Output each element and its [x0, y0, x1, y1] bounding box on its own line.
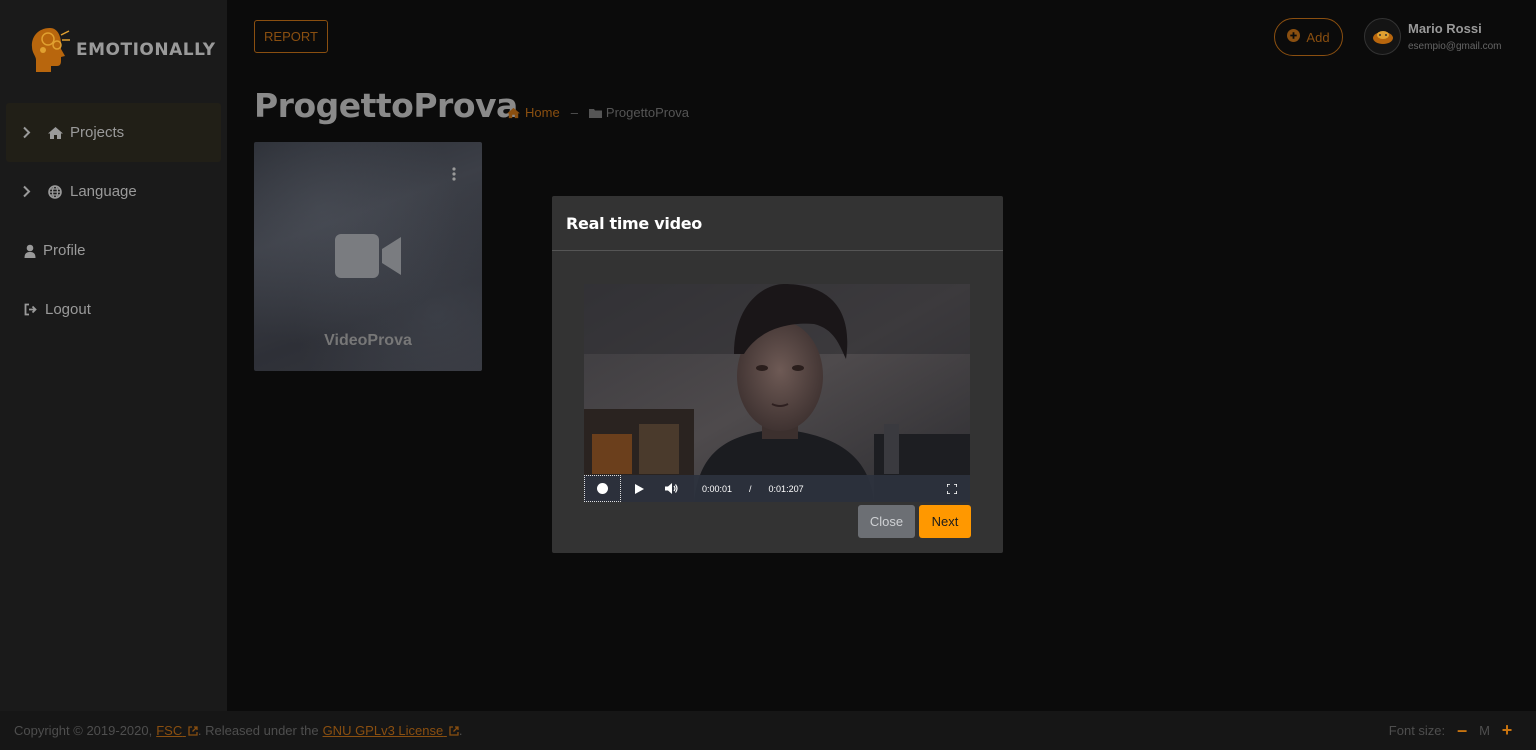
app-logo[interactable]: EMOTIONALLY — [28, 24, 216, 76]
user-icon — [23, 244, 37, 258]
external-link-icon — [449, 726, 459, 736]
time-divider: / — [749, 483, 752, 494]
sign-out-icon — [23, 303, 39, 316]
chevron-right-icon — [22, 185, 36, 198]
decrease-font-button[interactable]: – — [1455, 720, 1469, 741]
user-avatar-icon — [1372, 30, 1393, 44]
sidebar-item-label: Logout — [45, 301, 91, 318]
font-size-value: M — [1479, 723, 1490, 738]
user-name: Mario Rossi — [1408, 21, 1482, 36]
video-controls: 0:00:01 / 0:01:207 — [584, 475, 970, 502]
avatar[interactable] — [1364, 18, 1401, 55]
add-label: Add — [1306, 29, 1330, 45]
chevron-right-icon — [22, 126, 36, 139]
sidebar-item-profile[interactable]: Profile — [6, 221, 221, 280]
footer: Copyright © 2019-2020, FSC . Released un… — [0, 711, 1536, 750]
more-options-icon[interactable] — [452, 167, 456, 186]
fullscreen-icon[interactable] — [947, 483, 957, 494]
released-text: . Released under the — [197, 723, 319, 738]
license-link-label: GNU GPLv3 License — [322, 723, 444, 738]
font-size-control: Font size: – M + — [1389, 711, 1514, 750]
breadcrumb-home[interactable]: Home — [506, 105, 560, 120]
increase-font-button[interactable]: + — [1500, 720, 1514, 741]
sidebar-item-language[interactable]: Language — [6, 162, 221, 221]
card-title: VideoProva — [324, 332, 412, 349]
report-button[interactable]: REPORT — [254, 20, 328, 53]
sidebar-nav: Projects Language Profile Logout — [6, 103, 221, 339]
home-icon — [507, 107, 520, 118]
sidebar-item-label: Language — [70, 183, 137, 200]
record-dot-icon — [597, 483, 608, 494]
record-button[interactable] — [584, 475, 621, 502]
sidebar-item-logout[interactable]: Logout — [6, 280, 221, 339]
copyright-text: Copyright © 2019-2020, — [14, 723, 153, 738]
duration: 0:01:207 — [768, 483, 804, 494]
breadcrumb-current-label: ProgettoProva — [605, 105, 690, 120]
real-time-video-modal: Real time video 0:00:01 / 0:01:207 Close… — [552, 196, 1003, 553]
globe-icon — [46, 184, 64, 199]
end-text: . — [458, 723, 463, 738]
license-link[interactable]: GNU GPLv3 License — [323, 723, 459, 738]
breadcrumb: Home – ProgettoProva — [506, 105, 689, 120]
page-title: ProgettoProva — [254, 86, 518, 125]
volume-icon[interactable] — [657, 483, 685, 494]
user-email: esempio@gmail.com — [1408, 41, 1502, 52]
close-button[interactable]: Close — [858, 505, 915, 538]
current-time: 0:00:01 — [702, 483, 733, 494]
modal-header: Real time video — [552, 196, 1003, 251]
sidebar-item-label: Projects — [70, 124, 125, 141]
sidebar-item-projects[interactable]: Projects — [6, 103, 221, 162]
webcam-feed — [584, 284, 970, 502]
video-player[interactable]: 0:00:01 / 0:01:207 — [584, 284, 970, 502]
video-card[interactable]: VideoProva — [254, 142, 482, 371]
next-button[interactable]: Next — [919, 505, 971, 538]
home-icon — [46, 126, 64, 140]
external-link-icon — [188, 726, 198, 736]
fsc-link[interactable]: FSC — [156, 723, 198, 738]
brain-head-logo-icon — [31, 28, 70, 72]
video-camera-icon — [335, 234, 401, 283]
plus-circle-icon — [1287, 29, 1301, 45]
breadcrumb-separator: – — [570, 105, 578, 120]
fsc-link-label: FSC — [156, 723, 183, 738]
breadcrumb-current: ProgettoProva — [588, 105, 690, 120]
play-icon[interactable] — [621, 483, 657, 494]
font-size-label: Font size: — [1388, 723, 1446, 738]
breadcrumb-home-label: Home — [525, 105, 560, 120]
app-name: EMOTIONALLY — [76, 40, 216, 60]
add-button[interactable]: Add — [1274, 18, 1343, 56]
folder-icon — [588, 108, 602, 118]
modal-title: Real time video — [566, 213, 702, 233]
sidebar: EMOTIONALLY Projects Language Profile Lo… — [0, 0, 227, 711]
sidebar-item-label: Profile — [43, 242, 86, 259]
